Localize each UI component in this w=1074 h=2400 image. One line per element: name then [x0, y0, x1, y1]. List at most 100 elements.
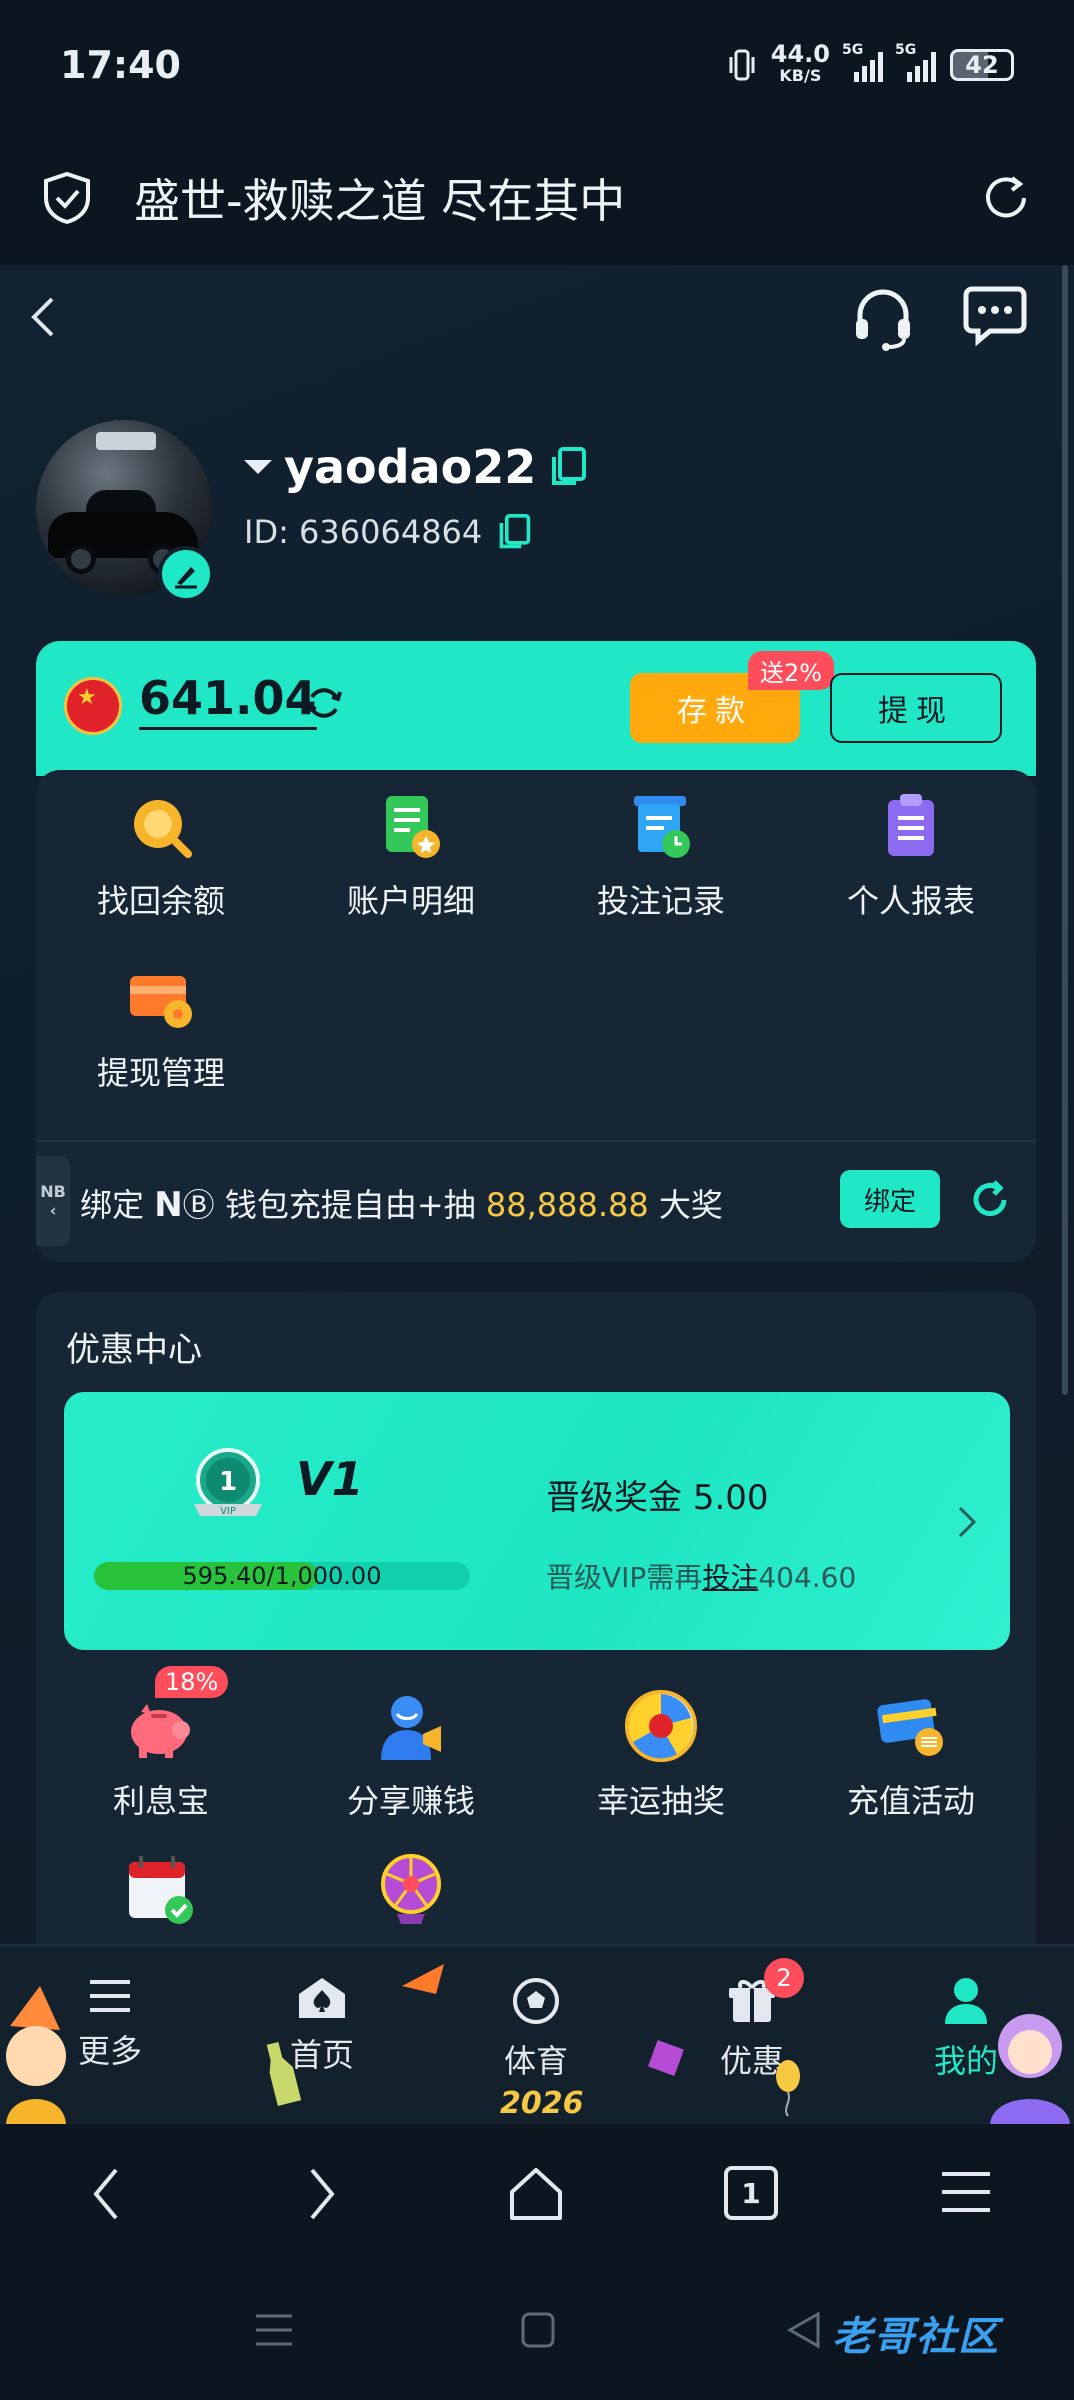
- edit-avatar-button[interactable]: [158, 546, 214, 602]
- withdraw-button[interactable]: 提现: [830, 673, 1002, 743]
- prize-wheel-icon: [381, 1854, 441, 1924]
- party-mascot-left-icon: [6, 1986, 66, 2126]
- top-nav: [0, 265, 1074, 375]
- promo-text-mid: 钱包充提自由+抽: [224, 1186, 476, 1224]
- recharge-card-icon: [877, 1699, 943, 1756]
- system-back-icon[interactable]: [784, 2310, 824, 2350]
- offer-label: 充值活动: [846, 1782, 975, 1820]
- menu-label: 账户明细: [346, 882, 475, 920]
- copy-icon[interactable]: [548, 445, 588, 489]
- browser-forward-icon[interactable]: [306, 2164, 338, 2224]
- vip-level: V1: [296, 1452, 364, 1506]
- tab-offers[interactable]: 2 优惠: [672, 1958, 832, 2082]
- year-decoration: 2026: [500, 2086, 584, 2121]
- offer-item-lucky-draw[interactable]: 幸运抽奖: [536, 1688, 786, 1838]
- page-scrollbar[interactable]: [1062, 265, 1068, 1395]
- interest-rate-badge: 18%: [155, 1666, 229, 1698]
- status-bar: 17:40 44.0 KB/S 5G 5G 42: [0, 0, 1074, 130]
- promo-side-tab[interactable]: NB ‹: [36, 1156, 70, 1246]
- offer-item-interest[interactable]: 18% 利息宝: [36, 1666, 286, 1838]
- battery-icon: 42: [950, 49, 1014, 81]
- username: yaodao22: [284, 440, 537, 494]
- browser-back-icon[interactable]: [90, 2164, 122, 2224]
- copy-id-icon[interactable]: [496, 512, 532, 552]
- signal-1-label: 5G: [842, 42, 864, 58]
- recent-apps-icon[interactable]: [254, 2310, 294, 2350]
- reload-icon[interactable]: [978, 170, 1034, 226]
- bet-record-icon: [634, 796, 690, 858]
- menu-item-withdraw-manage[interactable]: 提现管理: [36, 964, 286, 1114]
- message-icon[interactable]: [962, 283, 1028, 349]
- username-row: yaodao22: [244, 440, 588, 494]
- balloon-icon: [776, 2060, 800, 2117]
- offer-item-wheel[interactable]: [286, 1852, 536, 1945]
- offers-panel: 优惠中心 1 VIP V1 595.40/1,000.00 晋级奖金 5.00 …: [36, 1292, 1036, 1945]
- vip-medal-label: VIP: [220, 1506, 236, 1517]
- offer-item-share[interactable]: 分享赚钱: [286, 1688, 536, 1838]
- browser-menu-icon[interactable]: [938, 2164, 994, 2220]
- system-home-icon[interactable]: [520, 2310, 556, 2350]
- menu-label: 找回余额: [96, 882, 225, 920]
- promo-text: 绑定 NⒷ 钱包充提自由+抽 88,888.88 大奖: [80, 1180, 723, 1226]
- coin-search-icon: [134, 800, 192, 858]
- net-speed-value: 44.0: [770, 40, 830, 68]
- system-nav-bar: 老哥社区: [0, 2264, 1074, 2400]
- home-spade-icon: [299, 1978, 345, 2018]
- user-id-row: ID: 636064864: [244, 512, 532, 552]
- menu-item-recover-balance[interactable]: 找回余额: [36, 792, 286, 942]
- offer-label: 幸运抽奖: [596, 1782, 725, 1820]
- net-speed-unit: KB/S: [779, 66, 822, 85]
- headset-icon[interactable]: [850, 283, 916, 353]
- browser-home-icon[interactable]: [506, 2164, 566, 2224]
- tab-label: 体育: [503, 2042, 568, 2080]
- vip-progress-text: 595.40/1,000.00: [182, 1562, 382, 1590]
- refresh-icon[interactable]: [968, 1178, 1012, 1222]
- menu-item-account-details[interactable]: 账户明细: [286, 792, 536, 942]
- menu-icon: [90, 1980, 130, 2012]
- balance-amount: 641.04: [139, 671, 317, 730]
- user-id: ID: 636064864: [244, 513, 483, 551]
- pencil-icon: [175, 567, 197, 589]
- bind-button[interactable]: 绑定: [840, 1170, 940, 1228]
- menu-label: 个人报表: [846, 882, 975, 920]
- menu-label: 投注记录: [596, 882, 725, 920]
- statement-icon: [386, 796, 440, 858]
- vibrate-icon: [729, 49, 755, 81]
- vip-bonus-value: 5.00: [692, 1478, 769, 1518]
- tab-label: 优惠: [719, 2042, 784, 2080]
- offer-item-checkin[interactable]: [36, 1852, 286, 1945]
- wallet-bar: ★ 641.04 存款 送2% 提现: [36, 641, 1036, 776]
- tab-sports[interactable]: 体育: [456, 1976, 616, 2082]
- offers-count-badge: 2: [764, 1958, 804, 1998]
- browser-title-bar: 盛世-救赎之道 尽在其中: [0, 130, 1074, 265]
- vip-medal-number: 1: [219, 1467, 237, 1497]
- chevron-left-icon: ‹: [49, 1201, 57, 1220]
- chevron-right-icon[interactable]: [954, 1502, 980, 1542]
- shield-check-icon: [44, 171, 90, 224]
- signal-icon-1: 5G: [842, 42, 883, 82]
- menu-item-personal-report[interactable]: 个人报表: [786, 792, 1036, 942]
- app-tab-bar: 更多 首页 体育 2 优惠 我的 2026: [0, 1944, 1074, 2126]
- vip-progress-bar: 595.40/1,000.00: [94, 1562, 470, 1590]
- share-megaphone-icon: [381, 1696, 441, 1760]
- vip-medal-icon: 1 VIP: [194, 1448, 262, 1517]
- promo-text-prefix: 绑定: [80, 1186, 145, 1224]
- promo-tab-letters: NB: [40, 1182, 66, 1201]
- back-arrow-icon[interactable]: [28, 295, 58, 339]
- promo-brand: N: [154, 1185, 183, 1225]
- signal-icon-2: 5G: [895, 42, 936, 82]
- refresh-balance-icon[interactable]: [304, 683, 344, 723]
- report-icon: [888, 794, 934, 856]
- nb-logo-icon: Ⓑ: [182, 1186, 215, 1224]
- offers-title: 优惠中心: [66, 1330, 202, 1370]
- caret-down-icon[interactable]: [244, 460, 272, 474]
- champagne-bottle-icon: [266, 2041, 302, 2106]
- vip-card[interactable]: 1 VIP V1 595.40/1,000.00 晋级奖金 5.00 晋级VIP…: [64, 1392, 1010, 1650]
- vip-bet-link[interactable]: 投注: [702, 1561, 758, 1594]
- menu-item-bet-records[interactable]: 投注记录: [536, 792, 786, 942]
- offer-item-recharge-event[interactable]: 充值活动: [786, 1688, 1036, 1838]
- status-icons: 44.0 KB/S 5G 5G 42: [727, 40, 1014, 87]
- promo-text-suffix: 大奖: [658, 1186, 723, 1224]
- browser-tabs-button[interactable]: 1: [724, 2166, 778, 2220]
- vip-bonus-label: 晋级奖金: [546, 1478, 682, 1518]
